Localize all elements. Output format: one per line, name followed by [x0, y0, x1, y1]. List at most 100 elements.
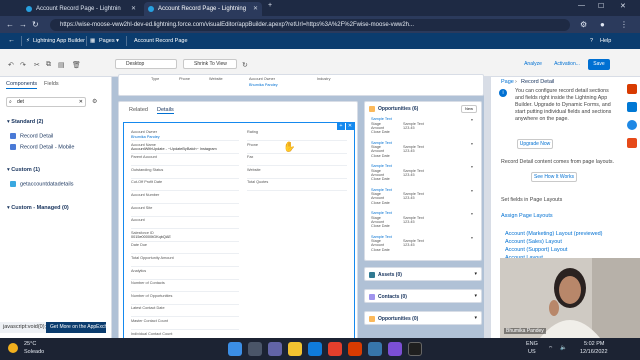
drive-icon[interactable]: [627, 120, 637, 130]
clock-time[interactable]: 5:02 PM: [584, 341, 604, 347]
row-actions-icon[interactable]: ▾: [471, 164, 473, 169]
tab-components[interactable]: Components: [6, 81, 38, 89]
remove-component-icon[interactable]: ✕: [346, 123, 354, 130]
search-icon[interactable]: [248, 342, 262, 356]
layout-link[interactable]: Account (Marketing) Layout (previewed): [505, 231, 603, 237]
copy-icon[interactable]: ⧉: [46, 61, 51, 69]
language-region[interactable]: US: [528, 349, 536, 355]
opportunities-related-list[interactable]: Opportunities (6) New Sample Text Stage Am…: [364, 101, 482, 261]
redo-icon[interactable]: ↷: [20, 61, 26, 69]
activation-button[interactable]: Activation...: [552, 59, 582, 70]
save-button[interactable]: Save: [588, 59, 610, 70]
new-button[interactable]: New: [461, 105, 477, 113]
minimize-icon[interactable]: —: [578, 2, 585, 9]
opportunity-name-link[interactable]: Sample Text: [371, 117, 392, 121]
tab-details[interactable]: Details: [157, 107, 174, 114]
view-mode-select[interactable]: Shrink To View: [183, 59, 237, 69]
component-search-input[interactable]: ⌕ det ✕: [6, 97, 86, 107]
opportunity-name-link[interactable]: Sample Text: [371, 188, 392, 192]
cut-icon[interactable]: ✂: [34, 61, 40, 69]
section-custom-managed[interactable]: ▾ Custom - Managed (0): [7, 205, 69, 211]
app-icon[interactable]: [408, 342, 422, 356]
section-standard[interactable]: ▾ Standard (2): [7, 119, 43, 125]
office-app-icon[interactable]: [627, 138, 637, 148]
close-window-icon[interactable]: ✕: [620, 2, 626, 10]
volume-icon[interactable]: 🔈: [560, 345, 567, 351]
assets-related-list[interactable]: Assets (0) ▾: [364, 267, 482, 281]
clock-date[interactable]: 12/16/2022: [580, 349, 608, 355]
profile-icon[interactable]: ●: [600, 19, 605, 30]
close-tab-icon[interactable]: ✕: [131, 2, 136, 16]
row-actions-icon[interactable]: ▾: [471, 211, 473, 216]
device-select[interactable]: Desktop: [115, 59, 177, 69]
detail-field-label: Number of Opportunities: [131, 293, 173, 298]
see-how-it-works-button[interactable]: See How It Works: [531, 172, 577, 182]
back-icon[interactable]: ←: [6, 19, 14, 30]
app-icon[interactable]: [388, 342, 402, 356]
delete-icon[interactable]: 🗑: [72, 61, 81, 69]
dropdown-icon[interactable]: ▾: [474, 293, 477, 299]
pages-menu[interactable]: Pages ▾: [99, 33, 119, 49]
dropdown-icon[interactable]: ▾: [474, 271, 477, 277]
component-getaccountdatadetails[interactable]: getaccountdatadetails: [10, 181, 74, 187]
settings-gear-icon[interactable]: ⚙: [92, 98, 97, 105]
tab-fields[interactable]: Fields: [44, 81, 59, 87]
powerpoint-icon[interactable]: [348, 342, 362, 356]
undo-icon[interactable]: ↶: [8, 61, 14, 69]
tab-related[interactable]: Related: [129, 107, 148, 113]
component-record-detail-mobile[interactable]: Record Detail - Mobile: [10, 144, 74, 150]
row-actions-icon[interactable]: ▾: [471, 235, 473, 240]
component-record-detail[interactable]: Record Detail: [10, 133, 53, 139]
assign-page-layouts-link[interactable]: Assign Page Layouts: [501, 213, 553, 219]
outlook-icon[interactable]: [627, 102, 637, 112]
analyze-button[interactable]: Analyze: [522, 59, 544, 70]
section-custom[interactable]: ▾ Custom (1): [7, 167, 40, 173]
forward-icon[interactable]: →: [19, 19, 27, 30]
browser-tab-1[interactable]: Account Record Page - Lightnin ✕: [22, 2, 140, 16]
opportunity-name-link[interactable]: Sample Text: [371, 141, 392, 145]
new-tab-button[interactable]: +: [268, 2, 272, 9]
chrome-icon[interactable]: [368, 342, 382, 356]
teams-icon[interactable]: [268, 342, 282, 356]
record-detail-tabset[interactable]: Related Details ✕ + Account Owner Bhumika…: [118, 101, 358, 347]
file-explorer-icon[interactable]: [288, 342, 302, 356]
opportunity-name-link[interactable]: Sample Text: [371, 235, 392, 239]
highlights-panel[interactable]: Type Phone Website Account Owner Bhumika…: [118, 74, 484, 96]
row-actions-icon[interactable]: ▾: [471, 188, 473, 193]
edge-icon[interactable]: [308, 342, 322, 356]
row-actions-icon[interactable]: ▾: [471, 117, 473, 122]
help-link[interactable]: Help: [600, 33, 611, 49]
browser-tab-2[interactable]: Account Record Page - Lightning ✕: [144, 2, 262, 16]
office-taskbar-icon[interactable]: [328, 342, 342, 356]
appexchange-link[interactable]: Get More on the AppExchange: [46, 322, 106, 333]
url-input[interactable]: https://wise-moose-vww2hl-dev-ed.lightni…: [50, 19, 570, 31]
help-icon[interactable]: ?: [590, 33, 593, 49]
row-actions-icon[interactable]: ▾: [471, 141, 473, 146]
detail-field-value[interactable]: Bhumika Pandey: [131, 135, 160, 139]
reload-icon[interactable]: ↻: [32, 19, 39, 30]
language-code[interactable]: ENG: [526, 341, 538, 347]
layout-link[interactable]: Account (Support) Layout: [505, 247, 567, 253]
owner-link[interactable]: Bhumika Pandey: [249, 83, 278, 87]
clear-search-icon[interactable]: ✕: [79, 98, 83, 106]
opportunity-name-link[interactable]: Sample Text: [371, 211, 392, 215]
office-icon[interactable]: [627, 84, 637, 94]
copy-component-icon[interactable]: +: [337, 123, 345, 130]
opportunity-name-link[interactable]: Sample Text: [371, 164, 392, 168]
browser-menu-icon[interactable]: ⋮: [620, 19, 628, 30]
record-detail-component[interactable]: ✕ +: [123, 122, 355, 346]
paste-icon[interactable]: ▤: [58, 61, 65, 69]
back-arrow-icon[interactable]: ←: [8, 33, 15, 49]
wifi-icon[interactable]: ⌔: [548, 345, 553, 352]
maximize-icon[interactable]: ☐: [598, 2, 604, 10]
upgrade-now-button[interactable]: Upgrade Now: [517, 139, 553, 149]
opportunities-related-list-2[interactable]: Opportunities (0) ▾: [364, 311, 482, 325]
refresh-icon[interactable]: ↻: [242, 61, 248, 69]
dropdown-icon[interactable]: ▾: [474, 315, 477, 321]
extensions-icon[interactable]: ⚙: [580, 19, 587, 30]
windows-start-icon[interactable]: [228, 342, 242, 356]
breadcrumb-page[interactable]: Page: [501, 79, 514, 85]
close-tab-icon[interactable]: ✕: [253, 2, 258, 16]
layout-link[interactable]: Account (Sales) Layout: [505, 239, 562, 245]
contacts-related-list[interactable]: Contacts (0) ▾: [364, 289, 482, 303]
